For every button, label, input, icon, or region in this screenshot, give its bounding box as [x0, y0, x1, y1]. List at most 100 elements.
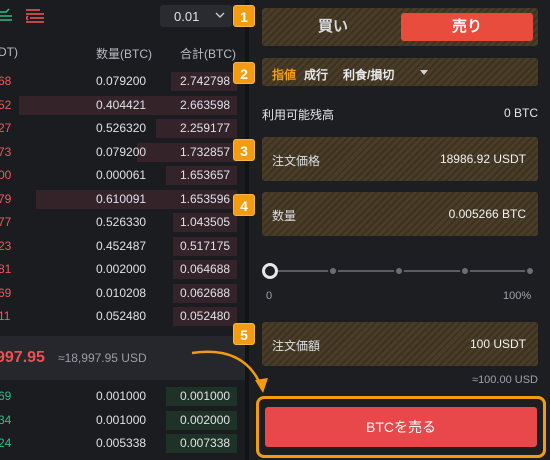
precision-select[interactable]: 0.01 [160, 5, 232, 27]
ask-qty: 0.526330 [96, 215, 147, 229]
slider-step-50[interactable] [394, 266, 404, 276]
slider-step-100[interactable] [525, 266, 535, 276]
caret-down-icon[interactable] [420, 70, 428, 75]
quantity-input[interactable]: 数量 0.005266 BTC [262, 192, 538, 236]
bid-row[interactable]: 34 0.001000 0.002000 [0, 409, 245, 433]
slider-step-75[interactable] [460, 266, 470, 276]
ask-total: 1.653596 [180, 191, 231, 206]
bid-price: 69 [0, 389, 12, 403]
percent-slider[interactable] [262, 262, 538, 282]
bid-row[interactable]: 69 0.001000 0.001000 [0, 385, 245, 409]
precision-value: 0.01 [174, 9, 200, 24]
ask-total: 2.742798 [180, 74, 231, 88]
ask-total: 1.732857 [180, 144, 231, 159]
slider-handle[interactable] [262, 263, 278, 279]
bid-total: 0.007338 [180, 436, 231, 450]
buy-sell-view-icon[interactable] [0, 8, 12, 24]
sell-button-highlight: BTCを売る [256, 396, 546, 458]
ask-qty: 0.010208 [96, 285, 147, 300]
ask-qty: 0.052480 [96, 309, 147, 323]
col-header-price: DT) [0, 45, 18, 59]
bid-total: 0.002000 [180, 412, 231, 427]
price-label: 注文価格 [272, 154, 321, 168]
ask-price: 77 [0, 215, 12, 229]
order-book-toolbar: 0.01 [0, 0, 245, 36]
bid-list: 69 0.001000 0.001000 34 0.001000 0.002000 24 0.… [0, 385, 245, 456]
ask-price: 73 [0, 144, 12, 159]
ask-total: 2.259177 [180, 121, 231, 135]
last-price-usd: ≈18,997.95 USD [58, 351, 147, 365]
ask-qty: 0.079200 [96, 144, 147, 159]
bid-qty: 0.001000 [96, 389, 147, 403]
col-header-total: 合計(BTC) [180, 47, 236, 61]
step-badge-2: 2 [233, 62, 255, 84]
available-label: 利用可能残高 [262, 108, 335, 122]
step-badge-3: 3 [233, 139, 255, 161]
ask-qty: 0.526320 [96, 121, 147, 135]
order-type-bar: 指値 成行 利食/損切 [262, 58, 538, 86]
ask-total: 0.062688 [180, 285, 231, 300]
sell-only-view-icon[interactable] [26, 8, 44, 24]
ask-price: 52 [0, 97, 12, 112]
bid-price: 24 [0, 436, 12, 450]
sell-tab[interactable]: 売り [401, 13, 533, 41]
order-type-stop[interactable]: 利食/損切 [343, 66, 394, 83]
ask-row[interactable]: 23 0.452487 0.517175 [0, 235, 245, 259]
slider-max-label: 100% [503, 290, 532, 302]
ask-price: 81 [0, 262, 12, 276]
ask-row[interactable]: 69 0.010208 0.062688 [0, 282, 245, 306]
ask-qty: 0.000061 [96, 168, 147, 182]
ask-price: 27 [0, 121, 12, 135]
bid-qty: 0.001000 [96, 412, 147, 427]
order-type-limit[interactable]: 指値 [272, 66, 296, 83]
bid-price: 34 [0, 412, 12, 427]
bid-qty: 0.005338 [96, 436, 147, 450]
last-price: 997.95 [0, 349, 45, 366]
ask-row[interactable]: 27 0.526320 2.259177 [0, 117, 245, 141]
slider-step-25[interactable] [328, 266, 338, 276]
order-total-value: 100 USDT [469, 337, 526, 351]
bid-row[interactable]: 24 0.005338 0.007338 [0, 432, 245, 456]
ask-price: 23 [0, 238, 12, 253]
ask-price: 00 [0, 168, 12, 182]
ask-price: 69 [0, 285, 12, 300]
ask-row[interactable]: 77 0.526330 1.043505 [0, 211, 245, 235]
ask-qty: 0.452487 [96, 238, 147, 253]
ask-total: 2.663598 [180, 97, 231, 112]
step-badge-4: 4 [233, 194, 255, 216]
order-book-panel: 0.01 DT) 数量(BTC) 合計(BTC) 68 0.079200 2.742… [0, 0, 245, 460]
ask-row[interactable]: 00 0.000061 1.653657 [0, 164, 245, 188]
order-total-label: 注文価額 [272, 339, 321, 353]
side-toggle: 買い 売り [262, 8, 538, 46]
quantity-label: 数量 [272, 209, 297, 223]
order-total-approx: ≈100.00 USD [472, 374, 538, 386]
step-badge-5: 5 [233, 323, 255, 345]
buy-tab[interactable]: 買い [267, 13, 399, 41]
ask-total: 1.043505 [180, 215, 231, 229]
ask-total: 0.517175 [180, 238, 231, 253]
sell-btc-button[interactable]: BTCを売る [265, 407, 537, 447]
order-form: 買い 売り 指値 成行 利食/損切 利用可能残高 0 BTC 注文価格 1898… [249, 0, 550, 460]
order-type-market[interactable]: 成行 [304, 66, 328, 83]
ask-row[interactable]: 81 0.002000 0.064688 [0, 258, 245, 282]
col-header-qty: 数量(BTC) [96, 47, 152, 61]
ask-row[interactable]: 52 0.404421 2.663598 [0, 94, 245, 118]
ask-total: 0.064688 [180, 262, 231, 276]
ask-list: 68 0.079200 2.742798 52 0.404421 2.663598 27 0.… [0, 70, 245, 329]
price-input[interactable]: 注文価格 18986.92 USDT [262, 137, 538, 181]
price-value: 18986.92 USDT [439, 152, 526, 166]
ask-qty: 0.079200 [96, 74, 147, 88]
ask-row[interactable]: 68 0.079200 2.742798 [0, 70, 245, 94]
ask-price: 68 [0, 74, 12, 88]
order-total-input[interactable]: 注文価額 100 USDT [262, 322, 538, 366]
ask-row[interactable]: 11 0.052480 0.052480 [0, 305, 245, 329]
step-badge-1: 1 [233, 5, 255, 27]
ask-qty: 0.404421 [96, 97, 147, 112]
ask-row[interactable]: 79 0.610091 1.653596 [0, 188, 245, 212]
chevron-down-icon [215, 12, 225, 18]
ask-price: 79 [0, 191, 12, 206]
bid-total: 0.001000 [180, 389, 231, 403]
last-price-bar: 997.95 ≈18,997.95 USD [0, 336, 245, 380]
ask-row[interactable]: 73 0.079200 1.732857 [0, 141, 245, 165]
ask-qty: 0.002000 [96, 262, 147, 276]
